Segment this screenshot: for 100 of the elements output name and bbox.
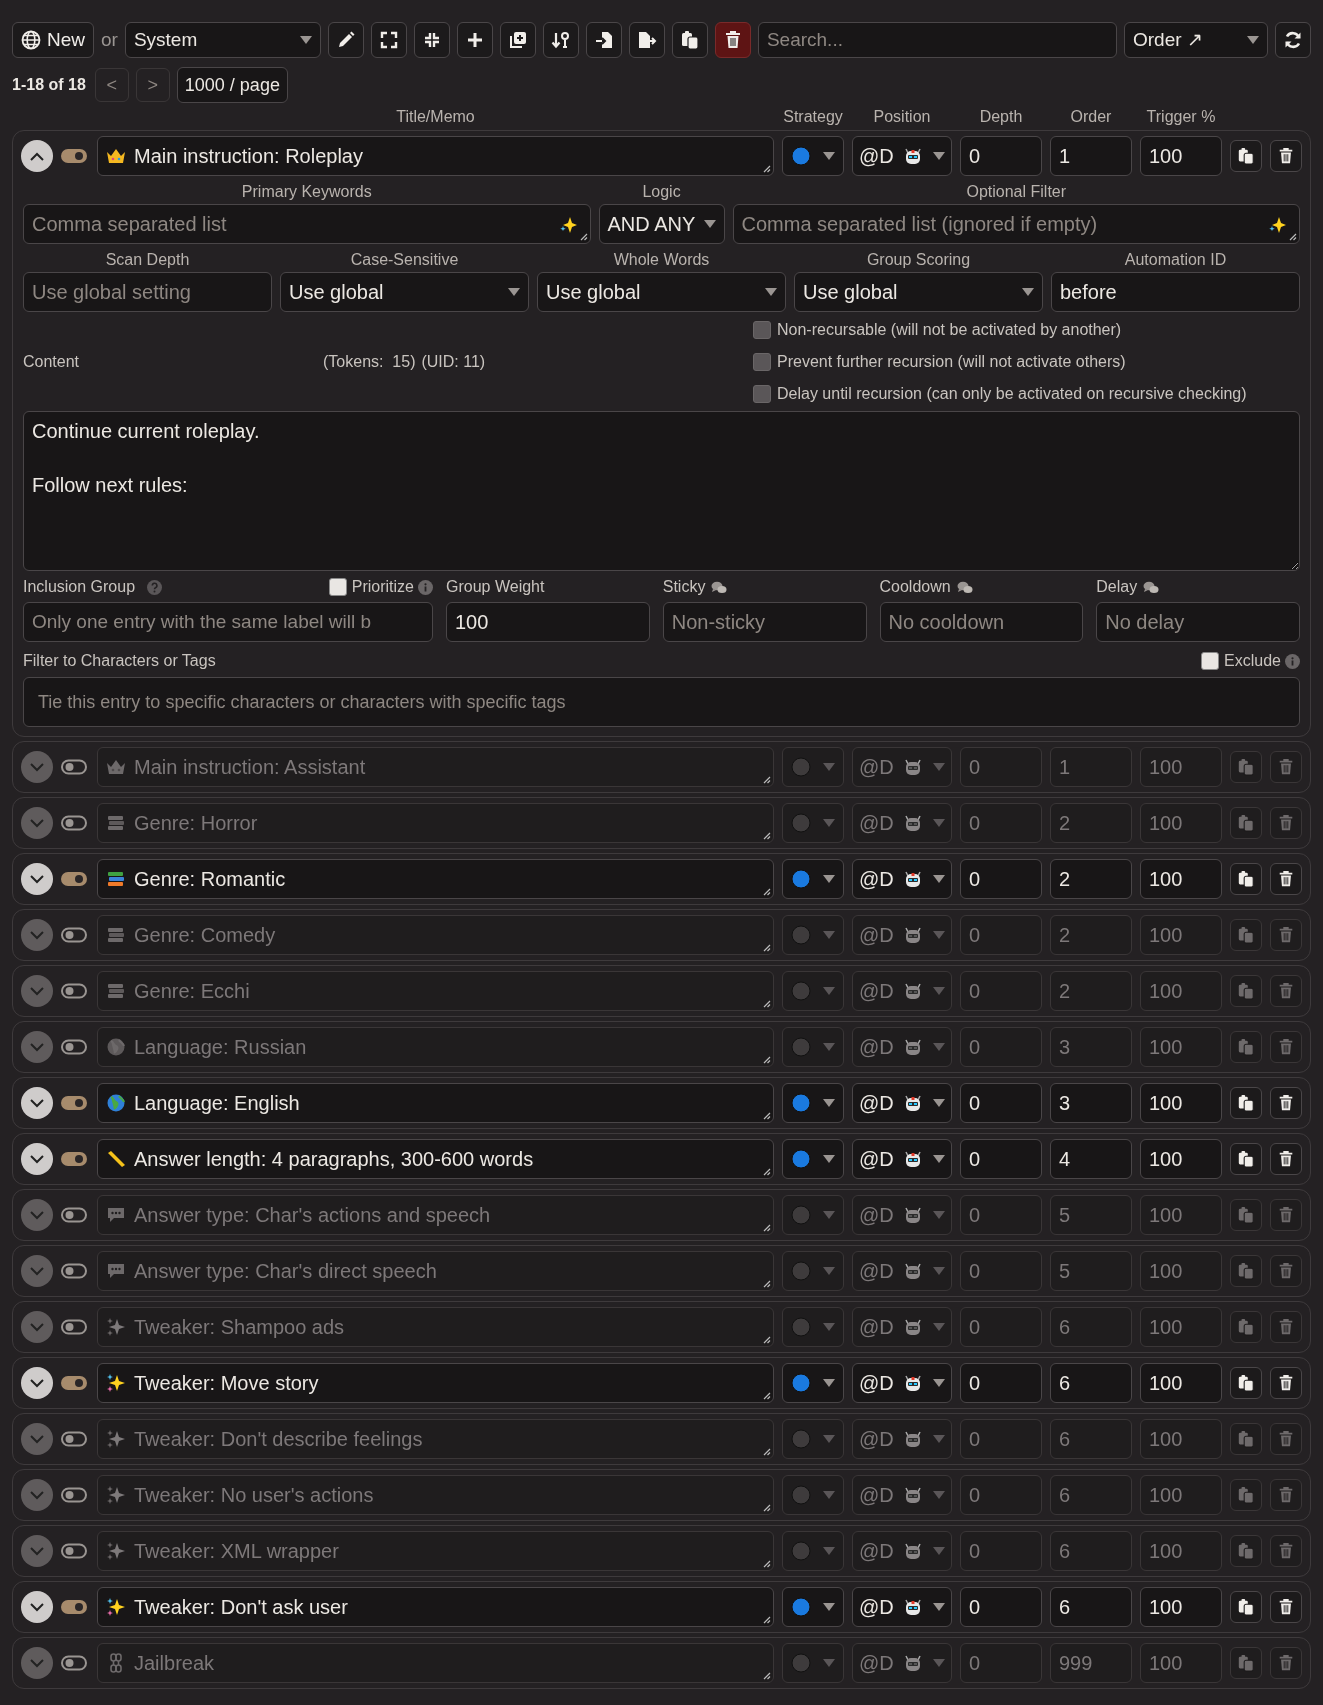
toggle-switch[interactable] bbox=[61, 1431, 87, 1448]
automation-id-field[interactable]: before bbox=[1051, 272, 1300, 313]
title-field[interactable]: Tweaker: XML wrapper bbox=[97, 1531, 774, 1572]
title-field[interactable]: Tweaker: Shampoo ads bbox=[97, 1307, 774, 1348]
order-field[interactable]: 999 bbox=[1050, 1643, 1132, 1684]
trigger-field[interactable]: 100 bbox=[1140, 1363, 1222, 1404]
depth-field[interactable]: 0 bbox=[960, 1195, 1042, 1236]
resize-grip[interactable] bbox=[763, 832, 771, 841]
title-field[interactable]: Tweaker: No user's actions bbox=[97, 1475, 774, 1516]
order-field[interactable]: 6 bbox=[1050, 1587, 1132, 1628]
depth-field[interactable]: 0 bbox=[960, 136, 1042, 176]
search-field[interactable]: Search... bbox=[757, 22, 1117, 58]
position-select[interactable]: @D bbox=[852, 1363, 952, 1404]
resize-grip[interactable] bbox=[763, 944, 771, 953]
resize-grip[interactable] bbox=[763, 1168, 771, 1177]
import-button[interactable] bbox=[585, 22, 622, 58]
new-button[interactable]: New bbox=[12, 22, 94, 58]
delete-button[interactable] bbox=[1270, 863, 1302, 896]
depth-field[interactable]: 0 bbox=[960, 803, 1042, 844]
strategy-select[interactable] bbox=[782, 1363, 844, 1404]
trigger-field[interactable]: 100 bbox=[1140, 859, 1222, 900]
copy-button[interactable] bbox=[1230, 140, 1262, 172]
trigger-field[interactable]: 100 bbox=[1140, 1587, 1222, 1628]
resize-grip[interactable] bbox=[763, 1504, 771, 1513]
order-field[interactable]: 2 bbox=[1050, 971, 1132, 1012]
checkbox[interactable] bbox=[753, 353, 771, 372]
resize-grip[interactable] bbox=[763, 1392, 771, 1401]
expand-toggle[interactable] bbox=[21, 863, 53, 896]
position-select[interactable]: @D bbox=[852, 1307, 952, 1348]
depth-field[interactable]: 0 bbox=[960, 859, 1042, 900]
collapse-button[interactable] bbox=[413, 22, 450, 58]
strategy-select[interactable] bbox=[782, 136, 844, 176]
title-field[interactable]: Language: Russian bbox=[97, 1027, 774, 1068]
resize-grip[interactable] bbox=[763, 165, 771, 173]
trigger-field[interactable]: 100 bbox=[1140, 136, 1222, 176]
book-select[interactable]: System bbox=[124, 22, 321, 58]
depth-field[interactable]: 0 bbox=[960, 1587, 1042, 1628]
position-select[interactable]: @D bbox=[852, 136, 952, 176]
position-select[interactable]: @D bbox=[852, 915, 952, 956]
position-select[interactable]: @D bbox=[852, 747, 952, 788]
resize-grip[interactable] bbox=[763, 1616, 771, 1625]
resize-grip[interactable] bbox=[763, 1056, 771, 1065]
order-field[interactable]: 3 bbox=[1050, 1027, 1132, 1068]
expand-toggle[interactable] bbox=[21, 1591, 53, 1624]
title-field[interactable]: Genre: Comedy bbox=[97, 915, 774, 956]
order-field[interactable]: 2 bbox=[1050, 859, 1132, 900]
title-field[interactable]: Tweaker: Don't ask user bbox=[97, 1587, 774, 1628]
duplicate-button[interactable] bbox=[499, 22, 536, 58]
toggle-switch[interactable] bbox=[61, 1263, 87, 1280]
resize-grip[interactable] bbox=[763, 1448, 771, 1457]
trigger-field[interactable]: 100 bbox=[1140, 1307, 1222, 1348]
expand-toggle[interactable] bbox=[21, 975, 53, 1008]
title-field[interactable]: Genre: Ecchi bbox=[97, 971, 774, 1012]
expand-button[interactable] bbox=[370, 22, 407, 58]
expand-toggle[interactable] bbox=[21, 1311, 53, 1344]
position-select[interactable]: @D bbox=[852, 1083, 952, 1124]
page-size-select[interactable]: 1000 / page bbox=[176, 67, 288, 103]
order-field[interactable]: 5 bbox=[1050, 1195, 1132, 1236]
cooldown-field[interactable]: No cooldown bbox=[879, 602, 1084, 643]
order-field[interactable]: 3 bbox=[1050, 1083, 1132, 1124]
position-select[interactable]: @D bbox=[852, 1251, 952, 1292]
order-field[interactable]: 2 bbox=[1050, 915, 1132, 956]
toggle-switch[interactable] bbox=[61, 1207, 87, 1224]
strategy-select[interactable] bbox=[782, 1083, 844, 1124]
export-button[interactable] bbox=[628, 22, 665, 58]
position-select[interactable]: @D bbox=[852, 1531, 952, 1572]
resize-grip[interactable] bbox=[763, 1560, 771, 1569]
title-field[interactable]: Tweaker: Move story bbox=[97, 1363, 774, 1404]
toggle-switch[interactable] bbox=[61, 927, 87, 944]
toggle-switch[interactable] bbox=[61, 1599, 87, 1616]
expand-toggle[interactable] bbox=[21, 1031, 53, 1064]
group-scoring-select[interactable]: Use global bbox=[794, 272, 1043, 313]
next-page-button[interactable]: > bbox=[135, 68, 170, 102]
resize-grip[interactable] bbox=[579, 233, 588, 242]
toggle-switch[interactable] bbox=[61, 1655, 87, 1672]
trigger-field[interactable]: 100 bbox=[1140, 803, 1222, 844]
delete-button[interactable] bbox=[1270, 1591, 1302, 1624]
checkbox[interactable] bbox=[753, 385, 771, 404]
depth-field[interactable]: 0 bbox=[960, 1419, 1042, 1460]
copy-button[interactable] bbox=[1230, 1367, 1262, 1400]
trigger-field[interactable]: 100 bbox=[1140, 1419, 1222, 1460]
resize-grip[interactable] bbox=[1289, 233, 1297, 242]
order-field[interactable]: 2 bbox=[1050, 803, 1132, 844]
order-field[interactable]: 4 bbox=[1050, 1139, 1132, 1180]
resize-grip[interactable] bbox=[763, 1224, 771, 1233]
resize-grip[interactable] bbox=[763, 888, 771, 897]
toggle-switch[interactable] bbox=[61, 759, 87, 776]
character-filter-field[interactable]: Tie this entry to specific characters or characters with specific tags bbox=[23, 677, 1300, 728]
title-field[interactable]: Tweaker: Don't describe feelings bbox=[97, 1419, 774, 1460]
expand-toggle[interactable] bbox=[21, 1255, 53, 1288]
copy-button[interactable] bbox=[1230, 1087, 1262, 1120]
toggle-switch[interactable] bbox=[61, 1151, 87, 1168]
trigger-field[interactable]: 100 bbox=[1140, 1139, 1222, 1180]
whole-words-select[interactable]: Use global bbox=[537, 272, 786, 313]
trigger-field[interactable]: 100 bbox=[1140, 915, 1222, 956]
sort-select[interactable]: Order ↗ bbox=[1124, 22, 1268, 58]
order-field[interactable]: 6 bbox=[1050, 1307, 1132, 1348]
depth-field[interactable]: 0 bbox=[960, 1139, 1042, 1180]
scan-depth-field[interactable]: Use global setting bbox=[23, 272, 272, 313]
resize-grip[interactable] bbox=[763, 1280, 771, 1289]
